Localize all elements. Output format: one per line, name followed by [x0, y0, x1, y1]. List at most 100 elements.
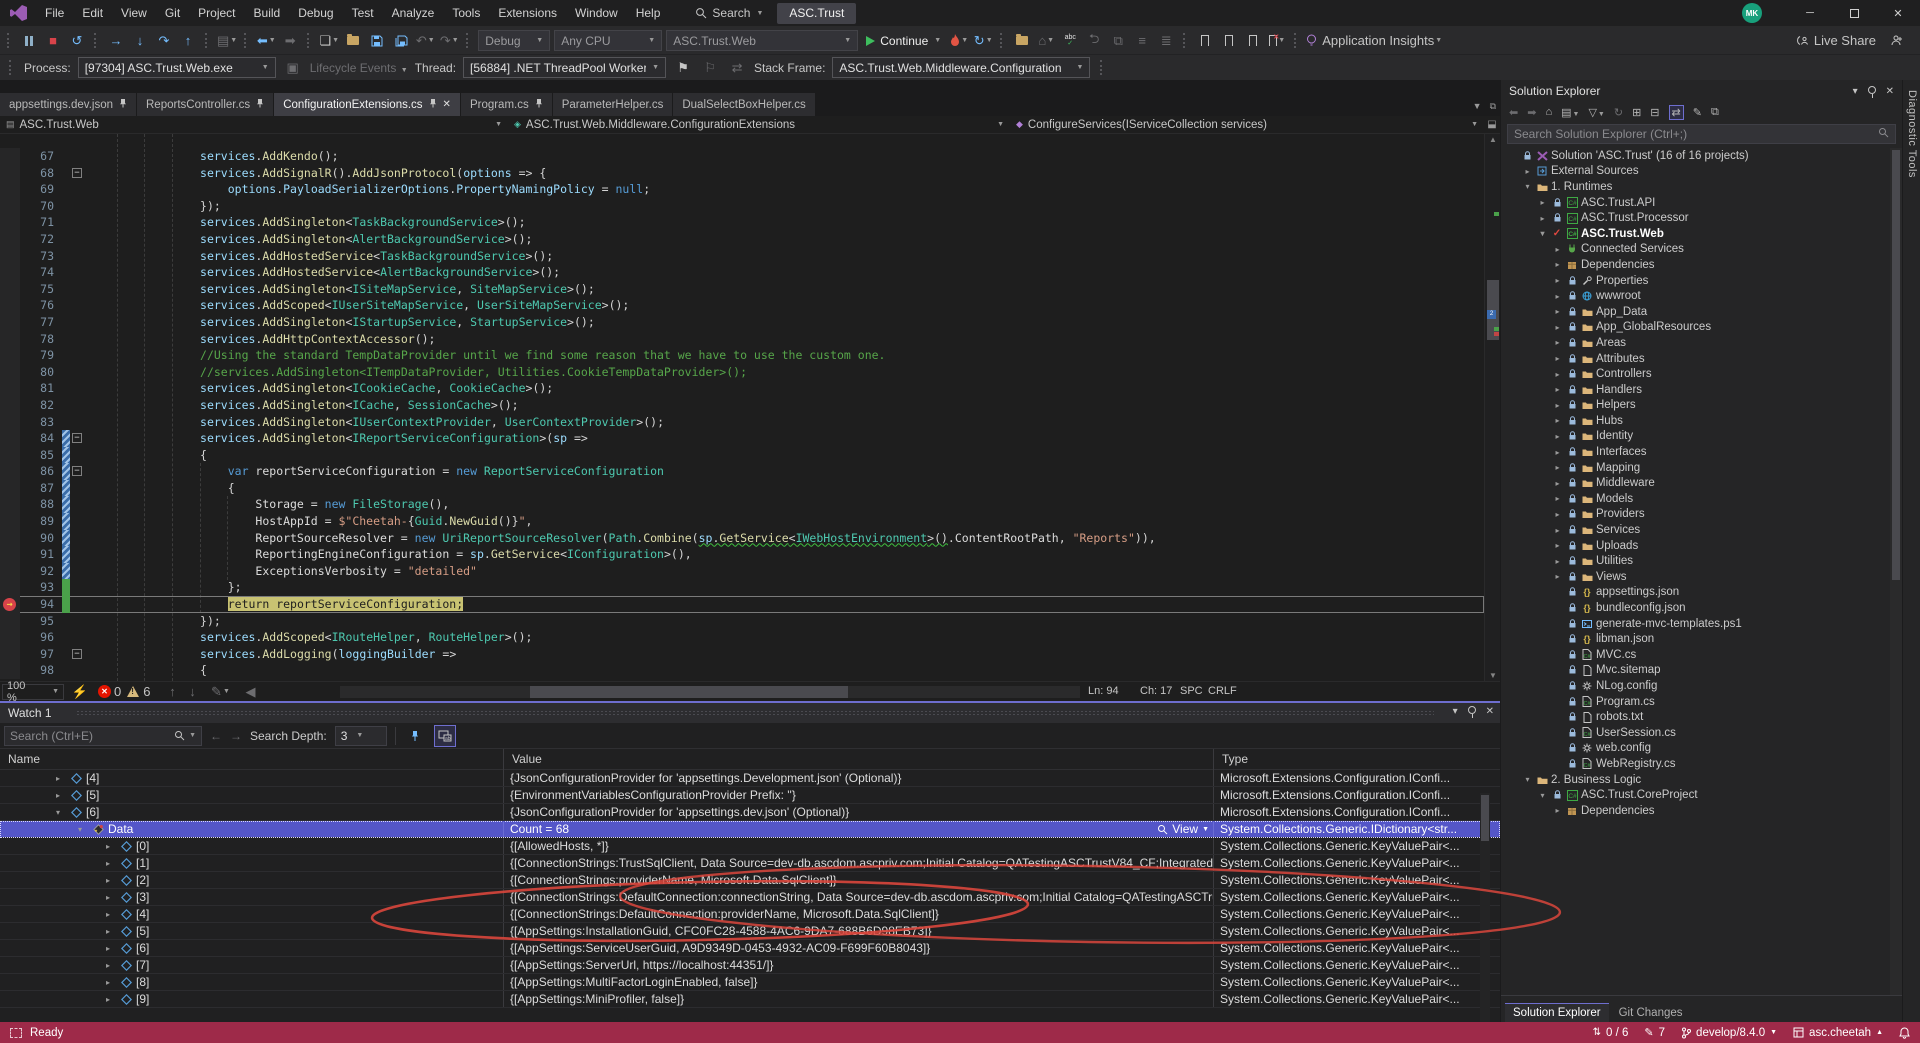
menu-git[interactable]: Git [156, 0, 189, 27]
stop-button[interactable]: ■ [43, 30, 63, 52]
expander-icon[interactable]: ▸ [1552, 370, 1563, 379]
fold-gutter[interactable] [70, 546, 86, 563]
expander-icon[interactable]: ▾ [56, 804, 66, 820]
menu-debug[interactable]: Debug [289, 0, 342, 27]
bottom-tab-Solution Explorer[interactable]: Solution Explorer [1505, 1003, 1609, 1022]
new-file-button[interactable]: ❏▼ [319, 30, 339, 52]
tab-Program.cs[interactable]: Program.cs [461, 93, 552, 116]
tree-item-ASC.Trust.Processor[interactable]: ▸C#ASC.Trust.Processor [1501, 210, 1891, 226]
solution-window-button[interactable]: ⌂▼ [1036, 30, 1056, 52]
minimize-button[interactable]: ─ [1788, 0, 1832, 27]
fold-gutter[interactable] [70, 397, 86, 414]
collapse-icon[interactable]: − [72, 649, 82, 659]
watch-row-[9][interactable]: ▸[9]{[AppSettings:MiniProfiler, false]}S… [0, 991, 1500, 1008]
step-out-button[interactable]: ↑ [178, 30, 198, 52]
tree-item-App_Data[interactable]: ▸App_Data [1501, 304, 1891, 320]
window-position-icon[interactable]: ▾ [1453, 706, 1458, 717]
fold-gutter[interactable] [70, 380, 86, 397]
code-map-button[interactable]: ▤▼ [217, 30, 237, 52]
tree-item-Providers[interactable]: ▸Providers [1501, 507, 1891, 523]
watch-row-[7][interactable]: ▸[7]{[AppSettings:ServerUrl, https://loc… [0, 957, 1500, 974]
nest-files-button[interactable]: ⊞ [1632, 106, 1641, 119]
code-line-84[interactable]: 84−services.AddSingleton<IReportServiceC… [0, 430, 1484, 447]
tree-item-App_GlobalResources[interactable]: ▸App_GlobalResources [1501, 320, 1891, 336]
editor-horizontal-scrollbar[interactable] [340, 686, 1080, 698]
thread-dropdown[interactable]: [56884] .NET ThreadPool Worker▼ [463, 57, 666, 78]
code-editor[interactable]: 67services.AddKendo();68−services.AddSig… [0, 134, 1484, 681]
code-line-67[interactable]: 67services.AddKendo(); [0, 148, 1484, 165]
pin-icon[interactable] [1468, 706, 1476, 714]
watch-row-[0][interactable]: ▸[0]{[AllowedHosts, *]}System.Collection… [0, 838, 1500, 855]
fold-gutter[interactable] [70, 513, 86, 530]
filter-button[interactable]: ▽▼ [1588, 106, 1604, 119]
save-all-button[interactable] [391, 30, 411, 52]
git-branch-button[interactable]: develop/8.4.0▼ [1681, 1027, 1777, 1039]
expander-icon[interactable]: ▸ [106, 940, 116, 956]
breakpoint-gutter[interactable] [0, 364, 20, 381]
scroll-up-icon[interactable]: ▲ [1485, 135, 1501, 144]
code-line-98[interactable]: 98{ [0, 662, 1484, 679]
back-button[interactable]: ⬅ [1509, 106, 1518, 119]
breakpoint-gutter[interactable] [0, 264, 20, 281]
code-line-69[interactable]: 69options.PayloadSerializerOptions.Prope… [0, 181, 1484, 198]
code-line-86[interactable]: 86−var reportServiceConfiguration = new … [0, 463, 1484, 480]
fold-gutter[interactable]: − [70, 646, 86, 663]
code-line-68[interactable]: 68−services.AddSignalR().AddJsonProtocol… [0, 165, 1484, 182]
tree-item-Interfaces[interactable]: ▸Interfaces [1501, 444, 1891, 460]
close-button[interactable]: ✕ [1876, 0, 1920, 27]
refresh-button[interactable]: ↻ [1614, 106, 1623, 119]
pin-icon[interactable] [429, 98, 437, 111]
watch-row-[5][interactable]: ▸[5]{EnvironmentVariablesConfigurationPr… [0, 787, 1500, 804]
tab-appsettings.dev.json[interactable]: appsettings.dev.json [0, 93, 136, 116]
breakpoint-gutter[interactable] [0, 546, 20, 563]
breakpoint-gutter[interactable] [0, 496, 20, 513]
git-repository-button[interactable]: asc.cheetah▲ [1793, 1027, 1883, 1039]
tree-item-Dependencies[interactable]: ▸Dependencies [1501, 257, 1891, 273]
error-count-button[interactable]: ✕0 [98, 681, 121, 703]
solution-explorer-scrollbar[interactable] [1890, 148, 1902, 995]
fold-gutter[interactable] [70, 331, 86, 348]
fold-gutter[interactable] [70, 198, 86, 215]
navigate-forward-button[interactable]: ➡ [280, 30, 300, 52]
tree-item-ASC.Trust.Web[interactable]: ▾✓C#ASC.Trust.Web [1501, 226, 1891, 242]
fold-gutter[interactable] [70, 148, 86, 165]
tree-item-Utilities[interactable]: ▸Utilities [1501, 553, 1891, 569]
scroll-down-icon[interactable]: ▼ [1485, 671, 1501, 680]
tree-item-1. Runtimes[interactable]: ▾1. Runtimes [1501, 179, 1891, 195]
tree-item-generate-mvc-templates.ps1[interactable]: generate-mvc-templates.ps1 [1501, 616, 1891, 632]
breakpoint-gutter[interactable] [0, 397, 20, 414]
tree-item-Program.cs[interactable]: C#Program.cs [1501, 694, 1891, 710]
breakpoint-gutter[interactable] [0, 662, 20, 679]
undo-button[interactable]: ↶▼ [415, 30, 435, 52]
fold-gutter[interactable] [70, 314, 86, 331]
platform-dropdown[interactable]: Any CPU▼ [554, 30, 662, 51]
tree-item-web.config[interactable]: web.config [1501, 741, 1891, 757]
tree-item-UserSession.cs[interactable]: C#UserSession.cs [1501, 725, 1891, 741]
fold-gutter[interactable] [70, 231, 86, 248]
expander-icon[interactable]: ▸ [106, 974, 116, 990]
watch-row-[6][interactable]: ▾[6]{JsonConfigurationProvider for 'apps… [0, 804, 1500, 821]
breakpoint-gutter[interactable] [0, 579, 20, 596]
breakpoint-gutter[interactable] [0, 563, 20, 580]
breakpoint-gutter[interactable] [0, 530, 20, 547]
fold-gutter[interactable] [70, 530, 86, 547]
fold-gutter[interactable] [70, 662, 86, 679]
search-forward-icon[interactable]: → [230, 729, 242, 743]
expander-icon[interactable]: ▸ [1552, 385, 1563, 394]
show-flagged-only-icon[interactable]: ⇄ [727, 57, 747, 79]
tree-item-NLog.config[interactable]: NLog.config [1501, 678, 1891, 694]
pin-to-source-toggle[interactable] [404, 725, 426, 747]
expander-icon[interactable]: ▸ [1552, 806, 1563, 815]
restore-button[interactable] [1832, 0, 1876, 27]
tree-item-Models[interactable]: ▸Models [1501, 491, 1891, 507]
toggle-bookmark-button[interactable] [1195, 30, 1215, 52]
expander-icon[interactable]: ▸ [1552, 541, 1563, 550]
health-indicator-icon[interactable]: ⚡ [70, 681, 90, 703]
split-editor-icon[interactable]: ⬓ [1484, 119, 1500, 130]
tree-item-Identity[interactable]: ▸Identity [1501, 429, 1891, 445]
close-icon[interactable]: ✕ [1486, 706, 1494, 717]
tree-item-bundleconfig.json[interactable]: {}bundleconfig.json [1501, 600, 1891, 616]
code-line-89[interactable]: 89HostAppId = $"Cheetah-{Guid.NewGuid()}… [0, 513, 1484, 530]
text-visualizer-toggle[interactable]: ab [434, 725, 456, 747]
expander-icon[interactable]: ▾ [78, 821, 88, 837]
